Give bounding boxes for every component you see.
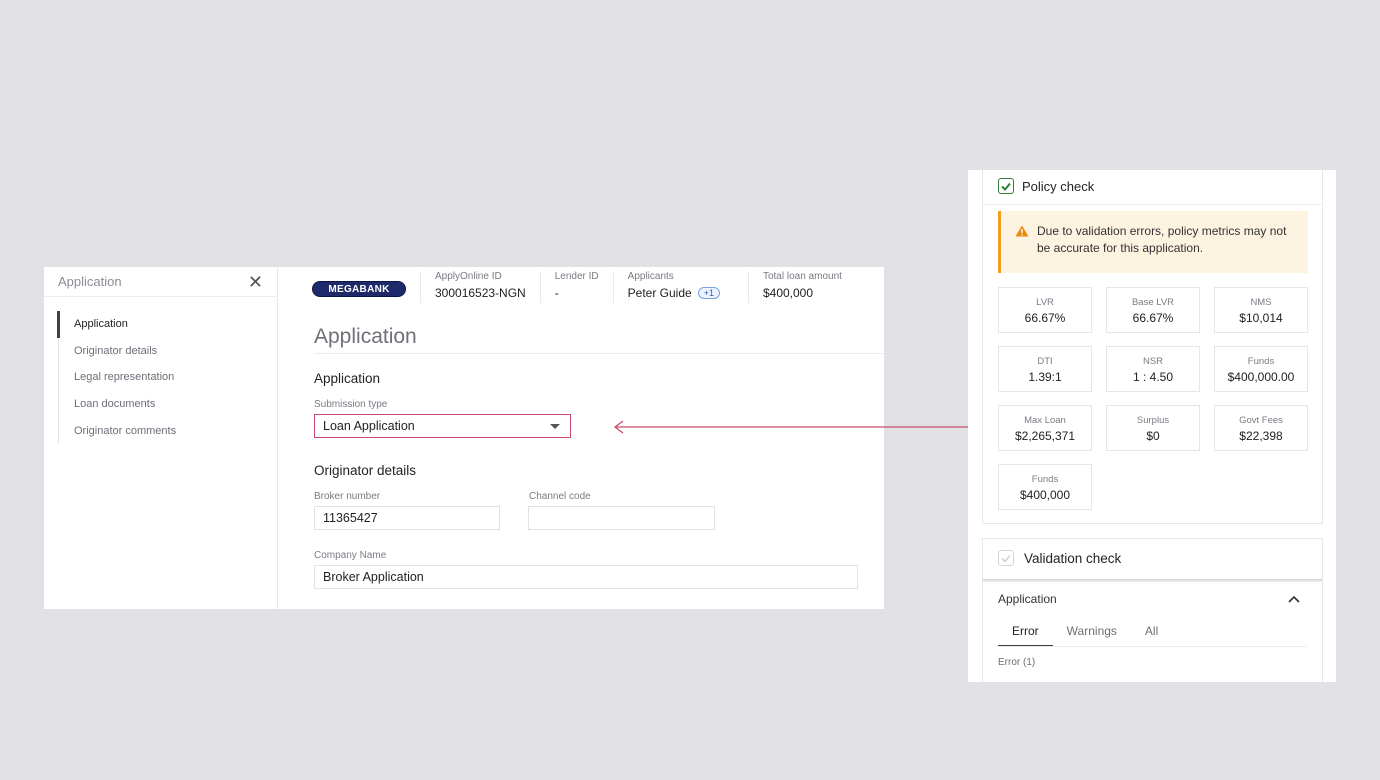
error-count: Error (1) [998, 657, 1036, 668]
metric-value: $10,014 [1239, 311, 1283, 325]
channel-code-label: Channel code [529, 491, 591, 502]
warning-icon [1015, 224, 1029, 273]
metric-label: NMS [1250, 297, 1272, 308]
sidebar-item-loan-documents[interactable]: Loan documents [59, 391, 277, 418]
sidebar-item-originator-comments[interactable]: Originator comments [59, 418, 277, 445]
chevron-down-icon [550, 424, 560, 429]
lender-id-value: - [554, 286, 559, 300]
metric-value: 1 : 4.50 [1132, 370, 1174, 384]
metric-lvr: LVR 66.67% [998, 287, 1092, 333]
divider [983, 204, 1322, 205]
metric-value: 66.67% [1132, 311, 1174, 325]
metric-funds-total: Funds $400,000 [998, 464, 1092, 510]
check-icon[interactable] [998, 178, 1014, 194]
metric-value: 66.67% [1024, 311, 1066, 325]
metric-dti: DTI 1.39:1 [998, 346, 1092, 392]
metric-label: NSR [1142, 356, 1164, 367]
lender-id: Lender ID - [539, 271, 613, 303]
metric-nms: NMS $10,014 [1214, 287, 1308, 333]
metric-govt-fees: Govt Fees $22,398 [1214, 405, 1308, 451]
metric-surplus: Surplus $0 [1106, 405, 1200, 451]
divider [983, 579, 1322, 582]
megabank-logo: MEGABANK [312, 281, 406, 297]
validation-check-header: Validation check [998, 550, 1121, 566]
submission-type-select[interactable]: Loan Application [314, 414, 571, 438]
metric-value: 1.39:1 [1028, 370, 1062, 384]
metric-label: Funds [1247, 356, 1275, 367]
broker-number-field[interactable]: 11365427 [314, 506, 500, 530]
tab-warnings[interactable]: Warnings [1053, 623, 1131, 647]
more-applicants-badge[interactable]: +1 [697, 287, 720, 299]
check-icon[interactable] [998, 550, 1014, 566]
metric-value: $22,398 [1239, 429, 1283, 443]
policy-panel: Policy check Due to validation errors, p… [968, 170, 1336, 682]
application-header: MEGABANK ApplyOnline ID 300016523-NGN Le… [278, 267, 884, 303]
applicants: Applicants Peter Guide +1 [612, 271, 748, 303]
section-heading-application: Application [314, 371, 381, 386]
applicant-name: Peter Guide [627, 286, 692, 300]
total-loan-amount-label: Total loan amount [762, 271, 842, 282]
submission-type-label: Submission type [314, 399, 388, 410]
sidebar-item-originator-details[interactable]: Originator details [59, 338, 277, 365]
chevron-up-icon[interactable] [1288, 592, 1300, 606]
validation-alert: Due to validation errors, policy metrics… [998, 211, 1308, 273]
main-content: MEGABANK ApplyOnline ID 300016523-NGN Le… [278, 267, 884, 609]
total-loan-amount-value: $400,000 [762, 286, 814, 300]
metric-max-loan: Max Loan $2,265,371 [998, 405, 1092, 451]
applyonline-id: ApplyOnline ID 300016523-NGN [420, 271, 540, 303]
connector-arrow [613, 420, 992, 434]
close-icon[interactable]: ✕ [248, 273, 263, 291]
metric-nsr: NSR 1 : 4.50 [1106, 346, 1200, 392]
applyonline-id-value: 300016523-NGN [435, 286, 526, 300]
policy-check-title: Policy check [1022, 178, 1095, 194]
metric-label: Base LVR [1131, 297, 1175, 308]
section-heading-originator: Originator details [314, 463, 417, 478]
metric-label: Surplus [1136, 415, 1170, 426]
metric-label: LVR [1036, 297, 1054, 308]
validation-section-title: Application [998, 592, 1057, 606]
validation-tabs: Error Warnings All [998, 623, 1172, 647]
tab-error[interactable]: Error [998, 623, 1053, 647]
metric-label: DTI [1037, 356, 1053, 367]
policy-check-header: Policy check [998, 178, 1094, 194]
metric-value: $400,000.00 [1227, 370, 1295, 384]
submission-type-value: Loan Application [323, 419, 415, 433]
metric-value: $2,265,371 [1014, 429, 1076, 443]
sidebar-item-application[interactable]: Application [57, 311, 277, 338]
metric-funds: Funds $400,000.00 [1214, 346, 1308, 392]
company-name-field[interactable]: Broker Application [314, 565, 858, 589]
metric-base-lvr: Base LVR 66.67% [1106, 287, 1200, 333]
metric-label: Funds [1031, 474, 1059, 485]
applyonline-id-label: ApplyOnline ID [435, 271, 502, 282]
sidebar-nav: Application Originator details Legal rep… [57, 311, 277, 445]
company-name-label: Company Name [314, 550, 387, 561]
sidebar-item-legal-representation[interactable]: Legal representation [59, 364, 277, 391]
validation-check-title: Validation check [1024, 550, 1122, 566]
policy-check-card: Policy check Due to validation errors, p… [982, 170, 1323, 524]
channel-code-field[interactable] [528, 506, 715, 530]
validation-check-card: Validation check Application Error Warni… [982, 538, 1323, 682]
lender-id-label: Lender ID [554, 271, 599, 282]
alert-message: Due to validation errors, policy metrics… [1037, 224, 1287, 255]
broker-number-label: Broker number [314, 491, 381, 502]
total-loan-amount: Total loan amount $400,000 [747, 271, 856, 303]
divider [998, 646, 1307, 647]
tab-all[interactable]: All [1131, 623, 1172, 647]
applicants-value: Peter Guide +1 [628, 286, 720, 300]
metric-label: Govt Fees [1239, 415, 1283, 426]
applicants-label: Applicants [627, 271, 674, 282]
divider [314, 353, 884, 354]
metric-label: Max Loan [1024, 415, 1066, 426]
sidebar-header: Application ✕ [44, 267, 277, 297]
metric-value: $400,000 [1019, 488, 1071, 502]
metric-value: $0 [1146, 429, 1160, 443]
sidebar: Application ✕ Application Originator det… [44, 267, 278, 609]
application-card: Application ✕ Application Originator det… [44, 267, 884, 609]
page-title: Application [314, 325, 417, 348]
sidebar-title: Application [58, 274, 122, 289]
